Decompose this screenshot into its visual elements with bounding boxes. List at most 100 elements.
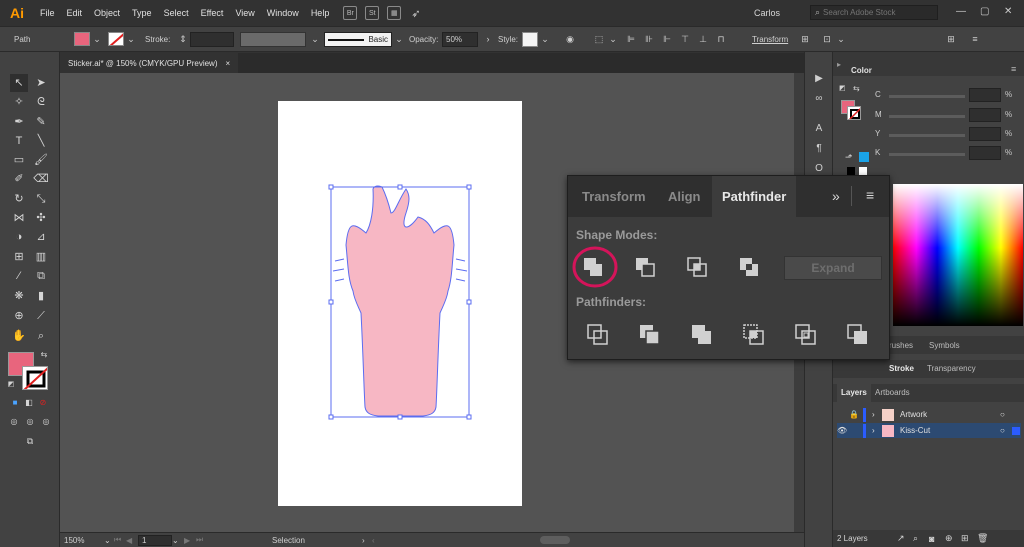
align-bottom-icon[interactable]: ⊓ [714, 32, 728, 46]
divide-button[interactable] [585, 322, 611, 348]
gpu-rocket-icon[interactable]: ➶ [411, 7, 420, 20]
default-colors-icon[interactable]: ◩ [6, 380, 16, 390]
layer-row-kiss-cut[interactable]: 👁 › Kiss-Cut ○ [837, 423, 1021, 438]
yellow-slider[interactable] [889, 134, 965, 137]
color-mode-icon[interactable]: ■ [10, 398, 20, 408]
symbol-sprayer-tool-icon[interactable]: ❋ [10, 287, 28, 305]
variable-width-profile[interactable] [240, 32, 306, 47]
opentype-icon[interactable]: O [812, 162, 826, 176]
paragraph-icon[interactable]: ¶ [812, 142, 826, 156]
shape-builder-tool-icon[interactable]: ◑ [10, 228, 28, 246]
workspace-grid-icon[interactable]: ▦ [387, 6, 402, 20]
menu-file[interactable]: File [34, 8, 61, 18]
blend-tool-icon[interactable]: ⧉ [32, 267, 50, 285]
type-tool-icon[interactable]: T [10, 132, 28, 150]
magic-wand-tool-icon[interactable]: ✧ [10, 93, 28, 111]
magenta-slider-row[interactable]: M% [833, 108, 1024, 124]
align-hcenter-icon[interactable]: ⊪ [642, 32, 656, 46]
direct-selection-tool-icon[interactable]: ➤ [32, 74, 50, 92]
rectangle-tool-icon[interactable]: ▭ [10, 151, 28, 169]
none-mode-icon[interactable]: ⊘ [38, 398, 48, 408]
status-menu-icon[interactable]: › [362, 536, 372, 545]
document-tab[interactable]: Sticker.ai* @ 150% (CMYK/GPU Preview) × [60, 53, 239, 73]
magenta-value[interactable] [969, 108, 1001, 122]
fill-dropdown-icon[interactable]: ⌄ [90, 32, 104, 46]
stroke-dropdown-icon[interactable]: ⌄ [124, 32, 138, 46]
transform-tab[interactable]: Transform [572, 176, 656, 217]
curvature-tool-icon[interactable]: ✎ [32, 113, 50, 131]
minus-back-button[interactable] [845, 322, 871, 348]
stroke-swatch[interactable] [108, 32, 124, 46]
layer-name[interactable]: Kiss-Cut [900, 426, 1000, 435]
perspective-grid-tool-icon[interactable]: ⊿ [32, 228, 50, 246]
user-menu[interactable]: Carlos [754, 8, 780, 18]
export-icon[interactable]: ↗ [897, 533, 913, 544]
artboard[interactable] [278, 101, 522, 506]
align-to-icon[interactable]: ⬚ [592, 32, 606, 46]
intersect-button[interactable] [685, 255, 711, 281]
brush-definition[interactable]: Basic [324, 32, 392, 47]
panel-menu-icon[interactable]: ≡ [866, 187, 874, 203]
first-artboard-icon[interactable]: ⏮ [114, 535, 126, 545]
eraser-tool-icon[interactable]: ⌫ [32, 170, 50, 188]
layer-target-icon[interactable]: ○ [1000, 426, 1010, 435]
brush-dropdown-icon[interactable]: ⌄ [392, 32, 406, 46]
rotate-tool-icon[interactable]: ↻ [10, 190, 28, 208]
search-input[interactable] [823, 8, 934, 17]
scroll-left-icon[interactable]: ‹ [372, 536, 380, 545]
zoom-level[interactable]: 150% [64, 536, 104, 545]
profile-dropdown-icon[interactable]: ⌄ [308, 32, 322, 46]
align-right-icon[interactable]: ⊩ [660, 32, 674, 46]
reference-point-icon[interactable]: ⊞ [798, 32, 812, 46]
opacity-arrow-icon[interactable]: › [481, 32, 495, 46]
cyan-value[interactable] [969, 88, 1001, 102]
delete-layer-icon[interactable]: 🗑 [977, 533, 993, 544]
eyedropper-tool-icon[interactable]: ⁄ [10, 267, 28, 285]
black-quick-swatch[interactable] [847, 167, 855, 175]
stroke-tab[interactable]: Stroke [889, 364, 914, 373]
zoom-tool-icon[interactable]: ⌕ [32, 327, 50, 345]
align-to-dropdown-icon[interactable]: ⌄ [606, 32, 620, 46]
prev-artboard-icon[interactable]: ◀ [126, 536, 138, 545]
mesh-tool-icon[interactable]: ⊞ [10, 248, 28, 266]
draw-normal-icon[interactable]: ◎ [8, 416, 20, 428]
clipping-mask-icon[interactable]: ◙ [929, 534, 945, 544]
slice-tool-icon[interactable]: ⟋ [32, 307, 50, 325]
pen-tool-icon[interactable]: ✒ [10, 113, 28, 131]
cyan-slider[interactable] [889, 95, 965, 98]
menu-type[interactable]: Type [126, 8, 158, 18]
opacity-field[interactable]: 50% [442, 32, 478, 47]
minus-front-button[interactable] [633, 255, 659, 281]
color-panel-menu-icon[interactable]: ≡ [1011, 64, 1016, 74]
stroke-stepper-icon[interactable]: ⇕ [176, 32, 190, 46]
artboards-tab[interactable]: Artboards [875, 388, 910, 397]
bridge-icon[interactable]: Br [343, 6, 358, 20]
layer-row-artwork[interactable]: 🔒 › Artwork ○ [837, 407, 1021, 422]
menu-view[interactable]: View [229, 8, 260, 18]
screen-mode-icon[interactable]: ⧉ [20, 434, 40, 448]
links-icon[interactable]: ∞ [812, 92, 826, 106]
lasso-tool-icon[interactable]: ᘓ [32, 93, 50, 111]
menu-help[interactable]: Help [305, 8, 336, 18]
selection-tool-icon[interactable]: ↖ [10, 74, 28, 92]
outline-button[interactable] [793, 322, 819, 348]
swap-colors-icon[interactable]: ⇆ [38, 349, 50, 361]
artboard-dropdown-icon[interactable]: ⌄ [172, 536, 184, 545]
sticker-artwork[interactable] [278, 101, 522, 506]
recolor-artwork-icon[interactable]: ◉ [563, 32, 577, 46]
brushes-tab[interactable]: rushes [889, 341, 913, 350]
gradient-mode-icon[interactable]: ◧ [24, 398, 34, 408]
stock-icon[interactable]: St [365, 6, 380, 20]
more-panels-icon[interactable]: » [832, 188, 840, 204]
merge-button[interactable] [689, 322, 715, 348]
align-top-icon[interactable]: ⊤ [678, 32, 692, 46]
color-spectrum[interactable] [893, 184, 1023, 326]
width-tool-icon[interactable]: ⋈ [10, 209, 28, 227]
magenta-slider[interactable] [889, 115, 965, 118]
stroke-color-box[interactable] [22, 366, 48, 390]
layer-eye-icon[interactable]: 👁 [837, 426, 849, 435]
draw-behind-icon[interactable]: ◎ [24, 416, 36, 428]
yellow-value[interactable] [969, 127, 1001, 141]
align-left-icon[interactable]: ⊫ [624, 32, 638, 46]
column-graph-tool-icon[interactable]: ▮ [32, 287, 50, 305]
